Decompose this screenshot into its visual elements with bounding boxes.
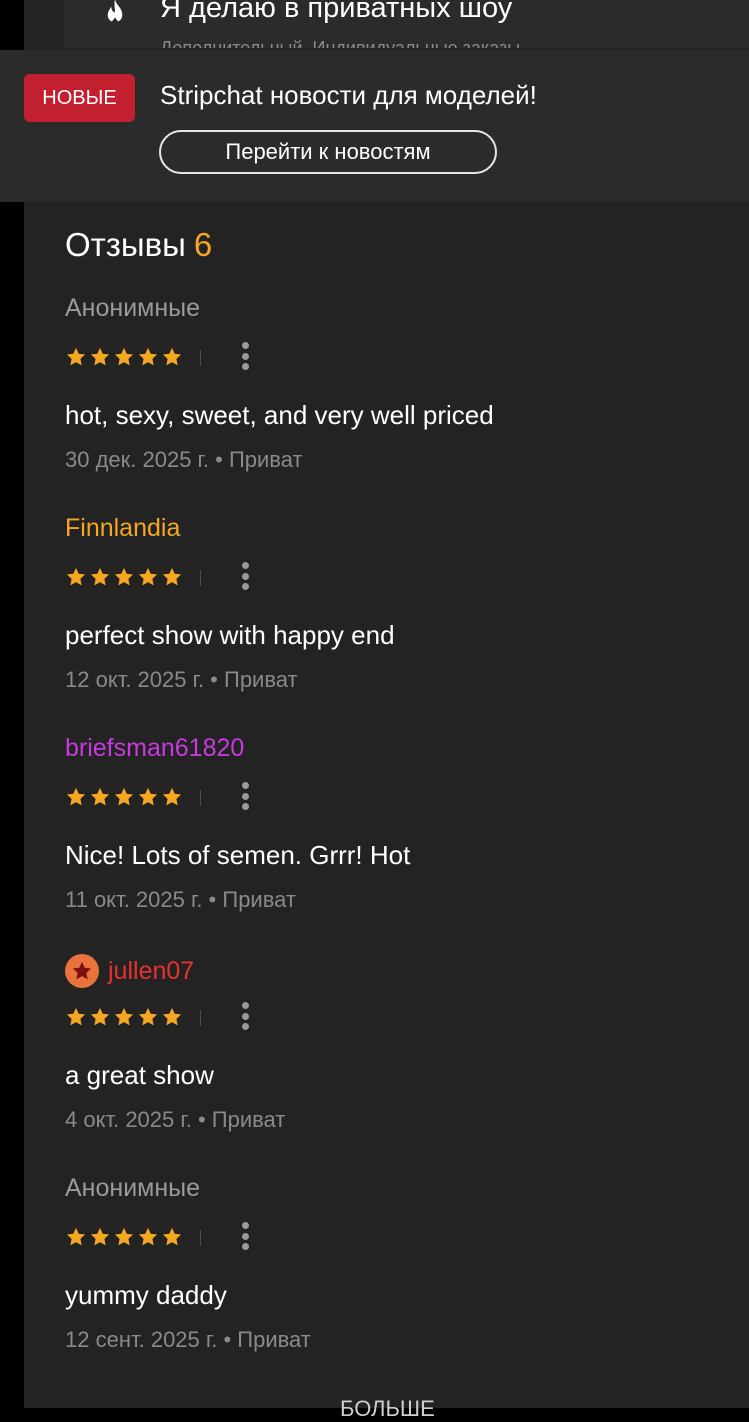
show-more-link[interactable]: БОЛЬШЕ	[340, 1396, 435, 1422]
star-icon	[65, 1226, 87, 1253]
star-badge-icon	[65, 954, 99, 988]
review-type: Приват	[237, 1327, 311, 1352]
review-text: perfect show with happy end	[65, 620, 395, 650]
review-author[interactable]: jullen07	[65, 954, 194, 988]
new-badge: НОВЫЕ	[24, 74, 135, 122]
review-author[interactable]: Анонимные	[65, 1174, 200, 1203]
star-icon	[65, 786, 87, 813]
news-banner: НОВЫЕ Stripchat новости для моделей! Пер…	[0, 50, 749, 202]
review-author-name: briefsman61820	[65, 734, 245, 762]
star-icon	[137, 1226, 159, 1253]
review-date: 30 дек. 2025 г.	[65, 447, 210, 472]
private-show-title: Я делаю в приватных шоу	[160, 0, 513, 24]
star-icon	[113, 1006, 135, 1033]
more-options-icon[interactable]	[235, 998, 255, 1034]
review-meta: 4 окт. 2025 г. • Приват	[65, 1107, 286, 1132]
star-icon	[89, 786, 111, 813]
star-icon	[89, 566, 111, 593]
star-icon	[137, 346, 159, 373]
review-text: a great show	[65, 1060, 214, 1090]
private-show-subtitle: Дополнительный. Индивидуальные заказы	[160, 38, 521, 48]
divider	[200, 1010, 201, 1026]
more-options-icon[interactable]	[235, 1218, 255, 1254]
reviews-title: Отзывы	[65, 226, 186, 263]
rating-stars	[65, 1006, 183, 1033]
star-icon	[89, 1226, 111, 1253]
star-icon	[161, 1226, 183, 1253]
review-item: Анонимные yummy daddy 12 сент. 2025 г. • П…	[65, 1174, 705, 1374]
review-item: jullen07 a great show 4 окт. 2025 г. • При…	[65, 954, 705, 1154]
review-author-name: jullen07	[108, 956, 195, 985]
review-type: Приват	[211, 1107, 286, 1132]
star-icon	[113, 566, 135, 593]
go-to-news-button[interactable]: Перейти к новостям	[159, 130, 497, 174]
more-options-icon[interactable]	[235, 558, 255, 594]
review-author-name: Анонимные	[65, 294, 201, 322]
star-icon	[113, 786, 135, 813]
review-item: briefsman61820 Nice! Lots of semen. Grrr!…	[65, 734, 705, 934]
review-date: 11 окт. 2025 г.	[65, 887, 203, 912]
review-author[interactable]: Finnlandia	[65, 514, 180, 543]
review-author-name: Finnlandia	[65, 514, 181, 542]
review-date: 12 сент. 2025 г.	[65, 1327, 218, 1352]
review-author[interactable]: briefsman61820	[65, 734, 244, 763]
review-meta: 12 окт. 2025 г. • Приват	[65, 667, 298, 692]
review-text: hot, sexy, sweet, and very well priced	[65, 400, 494, 430]
rating-stars	[65, 346, 183, 373]
review-date: 12 окт. 2025 г.	[65, 667, 205, 692]
review-text: Nice! Lots of semen. Grrr! Hot	[65, 840, 411, 870]
reviews-count: 6	[193, 226, 213, 263]
review-meta: 11 окт. 2025 г. • Приват	[65, 887, 296, 912]
rating-stars	[65, 566, 183, 593]
review-type: Приват	[228, 447, 303, 472]
review-meta: 30 дек. 2025 г. • Приват	[65, 447, 303, 472]
review-item: Finnlandia perfect show with happy end 12 …	[65, 514, 705, 714]
rating-stars	[65, 786, 183, 813]
star-icon	[89, 346, 111, 373]
divider	[200, 570, 201, 586]
review-item: Анонимные hot, sexy, sweet, and very well…	[65, 294, 705, 494]
rating-stars	[65, 1226, 183, 1253]
star-icon	[161, 1006, 183, 1033]
star-icon	[89, 1006, 111, 1033]
fire-icon	[107, 0, 123, 28]
review-author-name: Анонимные	[65, 1174, 201, 1202]
more-options-icon[interactable]	[235, 338, 255, 374]
star-icon	[113, 1226, 135, 1253]
review-date: 4 окт. 2025 г.	[65, 1107, 192, 1132]
star-icon	[113, 346, 135, 373]
star-icon	[65, 1006, 87, 1033]
divider	[200, 350, 201, 366]
news-title: Stripchat новости для моделей!	[160, 80, 537, 110]
reviews-heading: Отзывы 6	[65, 226, 212, 264]
star-icon	[161, 346, 183, 373]
review-author[interactable]: Анонимные	[65, 294, 200, 323]
star-icon	[137, 1006, 159, 1033]
divider	[200, 1230, 201, 1246]
review-type: Приват	[224, 667, 298, 692]
star-icon	[161, 786, 183, 813]
star-icon	[137, 786, 159, 813]
review-meta: 12 сент. 2025 г. • Приват	[65, 1327, 311, 1352]
star-icon	[137, 566, 159, 593]
divider	[200, 790, 201, 806]
private-show-card[interactable]: Я делаю в приватных шоу Дополнительный. …	[64, 0, 749, 48]
star-icon	[65, 346, 87, 373]
review-type: Приват	[222, 887, 296, 912]
review-text: yummy daddy	[65, 1280, 227, 1310]
star-icon	[65, 566, 87, 593]
star-icon	[161, 566, 183, 593]
more-options-icon[interactable]	[235, 778, 255, 814]
